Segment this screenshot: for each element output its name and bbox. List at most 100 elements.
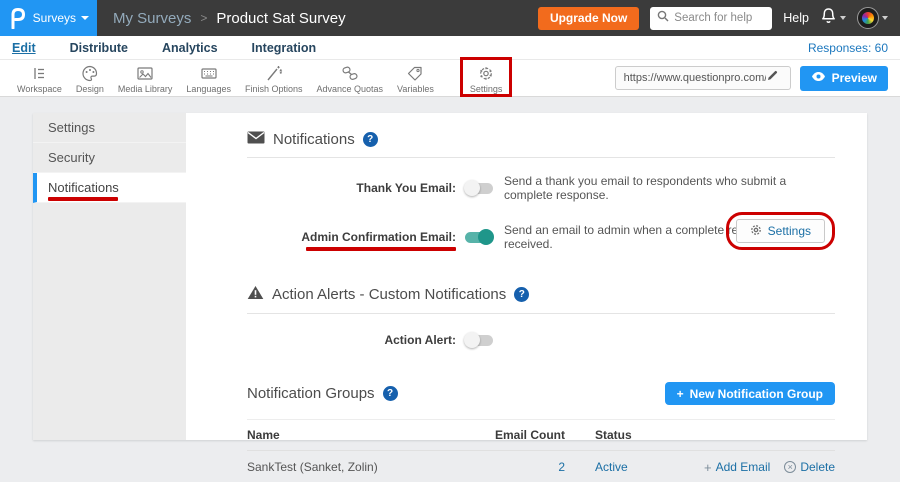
toolbar-item-workspace[interactable]: Workspace	[10, 62, 69, 95]
media-library-icon	[135, 64, 155, 83]
breadcrumb-separator: >	[200, 11, 207, 25]
thank-you-email-desc: Send a thank you email to respondents wh…	[504, 174, 835, 202]
column-header-name: Name	[247, 428, 495, 442]
notification-groups-table: Name Email Count Status SankTest (Sanket…	[247, 419, 835, 482]
sidebar-item-notifications[interactable]: Notifications	[33, 173, 186, 203]
help-icon[interactable]: ?	[514, 287, 529, 302]
help-icon[interactable]: ?	[383, 386, 398, 401]
surveys-menu[interactable]: Surveys	[33, 11, 89, 25]
preview-button[interactable]: Preview	[800, 66, 888, 91]
workspace-icon	[29, 64, 49, 83]
surveys-menu-label: Surveys	[33, 11, 76, 25]
delete-icon: ×	[784, 461, 796, 473]
help-link[interactable]: Help	[783, 11, 809, 25]
top-bar: Surveys My Surveys > Product Sat Survey …	[0, 0, 900, 36]
notification-groups-title: Notification Groups	[247, 385, 375, 402]
tab-distribute[interactable]: Distribute	[70, 41, 128, 55]
toolbar-item-finish-options[interactable]: Finish Options	[238, 62, 310, 95]
divider	[247, 313, 835, 314]
notifications-bell[interactable]	[820, 7, 846, 30]
chevron-down-icon	[882, 16, 888, 20]
add-email-action[interactable]: + Add Email	[704, 460, 770, 474]
warning-icon	[247, 285, 264, 304]
responses-count[interactable]: Responses: 60	[808, 41, 888, 55]
edit-url-pencil-icon[interactable]	[766, 69, 779, 87]
annotation-underline-admin-email	[306, 247, 456, 251]
envelope-icon	[247, 131, 265, 148]
gear-icon	[750, 224, 762, 239]
notifications-panel: Notifications ? Thank You Email: Send a …	[186, 113, 867, 440]
tab-analytics[interactable]: Analytics	[162, 41, 218, 55]
bell-icon	[820, 7, 837, 30]
action-alerts-section-header: Action Alerts - Custom Notifications ?	[247, 285, 835, 304]
help-search-box[interactable]	[650, 7, 772, 30]
toolbar-items: Workspace Design Media Library Languages…	[10, 62, 509, 95]
design-palette-icon	[80, 64, 100, 83]
notifications-section-header: Notifications ?	[247, 131, 835, 148]
help-icon[interactable]: ?	[363, 132, 378, 147]
advance-quotas-chain-icon	[340, 64, 360, 83]
toolbar-item-settings[interactable]: Settings	[463, 62, 510, 95]
search-icon	[657, 9, 669, 27]
survey-url-box[interactable]	[615, 66, 791, 90]
toolbar-item-advance-quotas[interactable]: Advance Quotas	[309, 62, 390, 95]
chevron-down-icon	[840, 16, 846, 20]
sidebar-item-security[interactable]: Security	[33, 143, 186, 173]
survey-url-input[interactable]	[624, 72, 766, 84]
toolbar-right: Preview	[615, 66, 888, 91]
table-header-row: Name Email Count Status	[247, 419, 835, 451]
page-title: Product Sat Survey	[216, 10, 345, 27]
admin-confirmation-email-toggle[interactable]	[465, 232, 493, 243]
languages-keyboard-icon	[199, 64, 219, 83]
divider	[247, 157, 835, 158]
toolbar-item-media-library[interactable]: Media Library	[111, 62, 180, 95]
settings-sidebar: Settings Security Notifications	[33, 113, 186, 440]
annotation-underline-notifications	[48, 197, 118, 201]
tab-integration[interactable]: Integration	[252, 41, 317, 55]
plus-icon: +	[704, 461, 712, 474]
annotation-box-settings-button: Settings	[726, 212, 835, 250]
plus-icon: +	[677, 387, 684, 401]
thank-you-email-label: Thank You Email:	[247, 181, 456, 195]
tab-edit[interactable]: Edit	[12, 41, 36, 55]
thank-you-email-toggle[interactable]	[465, 183, 493, 194]
action-alerts-title: Action Alerts - Custom Notifications	[272, 286, 506, 303]
email-count-link[interactable]: 2	[558, 460, 565, 474]
account-menu[interactable]	[857, 7, 888, 29]
questionpro-app: Surveys My Surveys > Product Sat Survey …	[0, 0, 900, 482]
eye-icon	[811, 71, 826, 85]
thank-you-email-row: Thank You Email: Send a thank you email …	[247, 174, 835, 202]
group-name: SankTest (Sanket, Zolin)	[247, 460, 495, 474]
action-alert-row: Action Alert:	[247, 330, 835, 350]
settings-gear-icon	[476, 64, 496, 83]
notifications-title: Notifications	[273, 131, 355, 148]
breadcrumb-my-surveys[interactable]: My Surveys	[113, 10, 191, 27]
action-alert-toggle[interactable]	[465, 335, 493, 346]
questionpro-logo-icon	[8, 6, 27, 30]
toolbar-item-design[interactable]: Design	[69, 62, 111, 95]
toolbar-item-variables[interactable]: Variables	[390, 62, 441, 95]
column-header-status: Status	[565, 428, 665, 442]
chevron-down-icon	[81, 16, 89, 20]
upgrade-now-button[interactable]: Upgrade Now	[538, 7, 639, 30]
admin-confirmation-email-row: Admin Confirmation Email: Send an email …	[247, 223, 835, 251]
settings-card: Settings Security Notifications Notifica…	[33, 113, 867, 440]
sidebar-item-settings[interactable]: Settings	[33, 113, 186, 143]
action-alert-label: Action Alert:	[247, 333, 456, 347]
admin-email-settings-button[interactable]: Settings	[736, 219, 825, 243]
survey-nav: Edit Distribute Analytics Integration Re…	[0, 36, 900, 60]
admin-confirmation-email-label: Admin Confirmation Email:	[247, 230, 456, 244]
logo-section[interactable]: Surveys	[0, 0, 97, 36]
status-link[interactable]: Active	[595, 460, 628, 474]
avatar	[857, 7, 879, 29]
table-row: SankTest (Sanket, Zolin) 2 Active + Add …	[247, 451, 835, 482]
edit-toolbar: Workspace Design Media Library Languages…	[0, 60, 900, 97]
delete-action[interactable]: × Delete	[784, 460, 835, 474]
toolbar-item-languages[interactable]: Languages	[179, 62, 238, 95]
topbar-right: Upgrade Now Help	[538, 7, 900, 30]
search-input[interactable]	[674, 12, 766, 24]
new-notification-group-button[interactable]: + New Notification Group	[665, 382, 835, 405]
breadcrumb: My Surveys > Product Sat Survey	[113, 10, 346, 27]
finish-options-wand-icon	[264, 64, 284, 83]
survey-nav-tabs: Edit Distribute Analytics Integration	[12, 41, 316, 55]
